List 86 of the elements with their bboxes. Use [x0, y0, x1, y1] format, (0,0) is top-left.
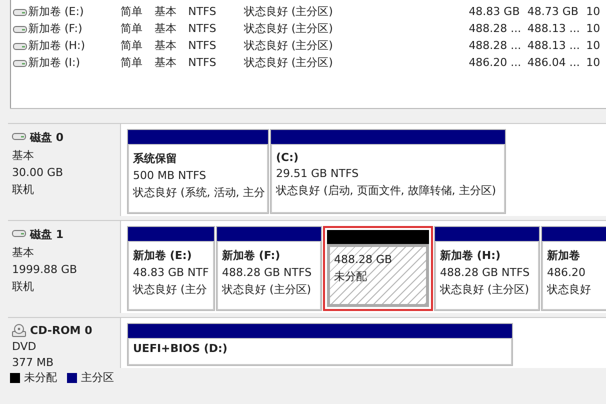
partition-size: 488.28 GB NTFS: [440, 266, 531, 279]
partition-size: 488.28 GB NTFS: [222, 266, 313, 279]
disk-type: 基本: [12, 148, 35, 163]
partition-title: 系统保留: [133, 151, 178, 166]
table-cell-text: NTFS: [188, 5, 218, 18]
volume-row[interactable]: 新加卷 (I:) 简单 基本 NTFS 状态良好 (主分区) 486.20 ... 486.04 ... 10: [11, 54, 606, 71]
partition-title: 新加卷: [547, 248, 581, 263]
partition-block[interactable]: 新加卷 (E:) 48.83 GB NTF 状态良好 (主分: [127, 226, 215, 311]
disk-size: 377 MB: [12, 356, 55, 369]
partition-block[interactable]: 488.28 GB 未分配: [323, 226, 433, 311]
disk-name: 磁盘 1: [30, 227, 64, 242]
table-cell-text: 488.13 ...: [527, 39, 581, 52]
table-cell-text: 状态良好 (主分区): [244, 55, 334, 70]
partition-block[interactable]: UEFI+BIOS (D:): [127, 323, 513, 366]
partition-size: 500 MB NTFS: [133, 169, 208, 182]
table-cell: 新加卷 (E:): [28, 4, 84, 19]
disk-type: DVD: [12, 340, 38, 353]
partition-block[interactable]: 新加卷 (F:) 488.28 GB NTFS 状态良好 (主分区): [216, 226, 322, 311]
optical-drive-icon: [12, 324, 26, 337]
table-cell-text: 486.04 ...: [527, 56, 581, 69]
table-cell-text: NTFS: [188, 22, 218, 35]
table-cell-text: NTFS: [188, 39, 218, 52]
table-cell-text: 简单: [120, 4, 144, 19]
table-cell-text: 基本: [154, 55, 178, 70]
table-cell-text: 486.20 ...: [468, 56, 522, 69]
table-cell-text: 48.83 GB: [468, 5, 521, 18]
partition-title: (C:): [276, 151, 300, 164]
partition-status: 状态良好 (主分区): [222, 282, 312, 297]
partition-status: 状态良好 (主分区): [440, 282, 530, 297]
partition-block[interactable]: 系统保留 500 MB NTFS 状态良好 (系统, 活动, 主分: [127, 129, 269, 214]
partition-title: 新加卷 (F:): [222, 248, 282, 263]
table-cell: 新加卷 (F:): [28, 21, 82, 36]
table-cell-text: 10: [586, 39, 602, 52]
table-cell: 新加卷 (I:): [28, 55, 80, 70]
drive-icon: [13, 6, 27, 16]
table-cell-text: 基本: [154, 4, 178, 19]
table-cell-text: 10: [586, 22, 602, 35]
partition-block[interactable]: 新加卷 486.20 状态良好: [541, 226, 606, 311]
table-cell-text: 10: [586, 5, 602, 18]
partition-status: 状态良好 (系统, 活动, 主分: [133, 185, 263, 200]
disk-size: 1999.88 GB: [12, 263, 78, 276]
disk-size: 30.00 GB: [12, 166, 64, 179]
partition-status: 状态良好: [547, 282, 592, 297]
partition-size: 29.51 GB NTFS: [276, 167, 360, 180]
table-cell-text: 简单: [120, 38, 144, 53]
legend-label: 主分区: [81, 370, 114, 385]
table-cell-text: 基本: [154, 38, 178, 53]
table-cell: 新加卷 (H:): [28, 38, 86, 53]
partition-status: 状态良好 (主分: [133, 282, 208, 297]
table-cell-text: 488.28 ...: [468, 39, 522, 52]
table-cell-text: 状态良好 (主分区): [244, 4, 334, 19]
legend-label: 未分配: [24, 370, 57, 385]
partition-header-bar: [542, 227, 606, 241]
partition-size: 48.83 GB NTF: [133, 266, 209, 279]
table-cell-text: 简单: [120, 21, 144, 36]
table-cell-text: 10: [586, 56, 602, 69]
partition-title: 新加卷 (E:): [133, 248, 193, 263]
volume-row[interactable]: 新加卷 (F:) 简单 基本 NTFS 状态良好 (主分区) 488.28 ... 488.13 ... 10: [11, 20, 606, 37]
disk-state: 联机: [12, 182, 35, 197]
volume-row[interactable]: 新加卷 (E:) 简单 基本 NTFS 状态良好 (主分区) 48.83 GB 48.73 GB 10: [11, 3, 606, 20]
disk-name: CD-ROM 0: [30, 324, 92, 337]
volume-row[interactable]: 新加卷 (H:) 简单 基本 NTFS 状态良好 (主分区) 488.28 ... 488.13 ... 10: [11, 37, 606, 54]
partition-title: UEFI+BIOS (D:): [133, 342, 228, 355]
partition-block[interactable]: 新加卷 (H:) 488.28 GB NTFS 状态良好 (主分区): [434, 226, 540, 311]
drive-icon: [13, 24, 27, 34]
table-cell-text: 48.73 GB: [527, 5, 580, 18]
drive-icon: [13, 40, 27, 50]
table-cell-text: 简单: [120, 55, 144, 70]
table-cell-text: 基本: [154, 21, 178, 36]
table-cell-text: 488.28 ...: [468, 22, 522, 35]
disk-state: 联机: [12, 279, 35, 294]
table-cell-text: 状态良好 (主分区): [244, 21, 334, 36]
legend-swatch: [10, 372, 20, 382]
partition-block[interactable]: (C:) 29.51 GB NTFS 状态良好 (启动, 页面文件, 故障转储, 主分区): [270, 129, 506, 214]
disk-type: 基本: [12, 245, 35, 260]
drive-icon: [13, 58, 27, 68]
partition-size: 486.20: [547, 266, 586, 279]
partition-title: 新加卷 (H:): [440, 248, 502, 263]
disk-name: 磁盘 0: [30, 130, 64, 145]
table-cell-text: NTFS: [188, 56, 218, 69]
legend-swatch: [67, 372, 77, 382]
partition-size: 488.28 GB: [334, 253, 394, 266]
table-cell-text: 状态良好 (主分区): [244, 38, 334, 53]
partition-status: 未分配: [334, 269, 368, 284]
partition-status: 状态良好 (启动, 页面文件, 故障转储, 主分区): [276, 183, 498, 198]
table-cell-text: 488.13 ...: [527, 22, 581, 35]
